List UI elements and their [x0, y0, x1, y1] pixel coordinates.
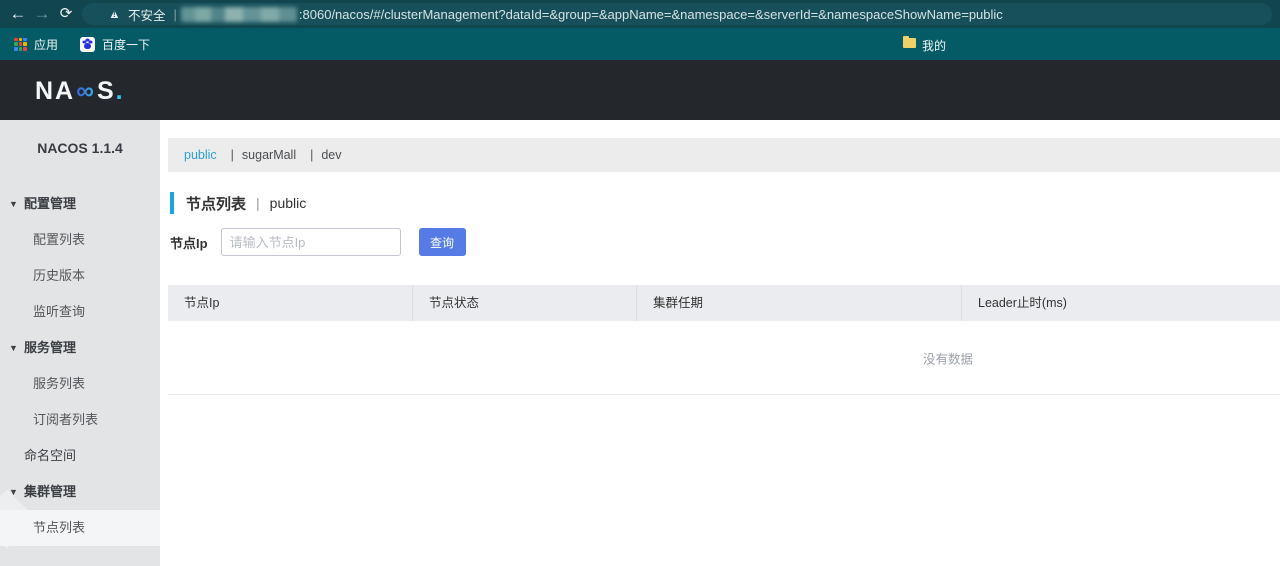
namespace-tab-public[interactable]: public: [184, 148, 217, 162]
apps-grid-icon[interactable]: [14, 37, 27, 51]
namespace-separator: |: [230, 148, 234, 162]
namespace-tab-dev[interactable]: dev: [321, 148, 341, 162]
my-bookmarks-folder[interactable]: 我的: [922, 37, 946, 54]
column-header-leader-time: Leader止时(ms): [978, 296, 1067, 310]
sidebar-item-service-list[interactable]: 服务列表: [0, 366, 160, 402]
sidebar: NACOS 1.1.4 ▼ 配置管理 配置列表 历史版本 监听查询 ▼ 服务管理…: [0, 120, 160, 566]
reload-icon[interactable]: ⟳: [54, 0, 78, 28]
sidebar-item-label: 节点列表: [33, 520, 86, 535]
nacos-version-label: NACOS 1.1.4: [37, 140, 123, 156]
browser-toolbar: ← → ⟳ ▲! 不安全 | :8060/nacos/#/clusterMana…: [0, 0, 1280, 28]
node-ip-label: 节点Ip: [170, 235, 208, 251]
sidebar-item-label: 配置管理: [24, 196, 77, 211]
title-namespace: public: [269, 195, 307, 211]
node-ip-input[interactable]: [220, 228, 401, 256]
sidebar-item-label: 历史版本: [33, 268, 86, 283]
screen: ← → ⟳ ▲! 不安全 | :8060/nacos/#/clusterMana…: [0, 0, 1280, 566]
table-header: 节点Ip 节点状态 集群任期 Leader止时(ms): [168, 285, 1280, 321]
sidebar-item-config-list[interactable]: 配置列表: [0, 222, 160, 258]
redacted-bookmarks-blur: [148, 35, 893, 53]
column-header-node-ip: 节点Ip: [168, 285, 413, 321]
query-button[interactable]: 查询: [418, 228, 466, 256]
sidebar-item-label: 集群管理: [24, 484, 77, 499]
sidebar-item-listening-query[interactable]: 监听查询: [0, 294, 160, 330]
baidu-bookmark[interactable]: 百度一下: [102, 36, 150, 53]
sidebar-group-config-management[interactable]: ▼ 配置管理: [0, 186, 160, 222]
warning-icon: ▲!: [108, 6, 121, 21]
apps-bookmark[interactable]: 应用: [34, 36, 58, 53]
address-bar[interactable]: ▲! 不安全 | :8060/nacos/#/clusterManagement…: [82, 3, 1272, 25]
sidebar-item-label: 订阅者列表: [33, 412, 99, 427]
namespace-tab-sugarmall[interactable]: sugarMall: [242, 148, 296, 162]
folder-icon[interactable]: [903, 36, 916, 48]
table-body: 没有数据: [168, 321, 1280, 395]
url-separator: |: [173, 6, 177, 22]
sidebar-item-subscriber-list[interactable]: 订阅者列表: [0, 402, 160, 438]
sidebar-item-node-list[interactable]: 节点列表: [0, 510, 160, 546]
namespace-bar: public | sugarMall | dev: [168, 138, 1280, 172]
sidebar-group-cluster-management[interactable]: ▼ 集群管理: [0, 474, 160, 510]
sidebar-item-namespace[interactable]: 命名空间: [0, 438, 160, 474]
sidebar-menu: ▼ 配置管理 配置列表 历史版本 监听查询 ▼ 服务管理 服务列表 订阅者列表: [0, 186, 160, 546]
nacos-logo[interactable]: NA∞S.: [35, 77, 125, 106]
logo-dot: .: [115, 77, 125, 105]
query-row: 节点Ip 查询: [170, 228, 466, 256]
page-title-row: 节点列表 | public: [170, 192, 306, 214]
empty-state-text: 没有数据: [922, 352, 974, 366]
title-separator: |: [256, 195, 260, 211]
forward-icon[interactable]: →: [30, 0, 54, 28]
sidebar-group-service-management[interactable]: ▼ 服务管理: [0, 330, 160, 366]
sidebar-item-label: 命名空间: [24, 448, 77, 463]
main-content: public | sugarMall | dev 节点列表 | public 节…: [160, 120, 1280, 566]
caret-down-icon: ▼: [9, 199, 18, 209]
bookmarks-bar: 应用 百度一下 我的: [0, 28, 1280, 60]
node-table: 节点Ip 节点状态 集群任期 Leader止时(ms) 没有数据: [168, 285, 1280, 395]
logo-na: NA: [35, 77, 76, 105]
title-accent-bar: [170, 192, 174, 214]
redacted-host-blur: [180, 6, 297, 22]
baidu-icon[interactable]: [80, 36, 96, 52]
logo-infinity-icon: ∞: [76, 77, 96, 105]
column-header-node-status: 节点状态: [413, 285, 637, 321]
sidebar-item-label: 服务列表: [33, 376, 86, 391]
sidebar-item-label: 监听查询: [33, 304, 86, 319]
sidebar-item-history-versions[interactable]: 历史版本: [0, 258, 160, 294]
url-text: :8060/nacos/#/clusterManagement?dataId=&…: [298, 6, 1003, 22]
caret-down-icon: ▼: [9, 487, 18, 497]
column-header-cluster-term: 集群任期: [637, 285, 962, 321]
security-label: 不安全: [128, 8, 166, 23]
sidebar-item-label: 配置列表: [33, 232, 86, 247]
back-icon[interactable]: ←: [6, 0, 30, 28]
logo-s: S: [96, 77, 116, 105]
caret-down-icon: ▼: [9, 343, 18, 353]
nacos-header: NA∞S.: [0, 60, 1280, 120]
namespace-separator: |: [310, 148, 314, 162]
sidebar-item-label: 服务管理: [24, 340, 77, 355]
page-title: 节点列表: [186, 195, 247, 213]
